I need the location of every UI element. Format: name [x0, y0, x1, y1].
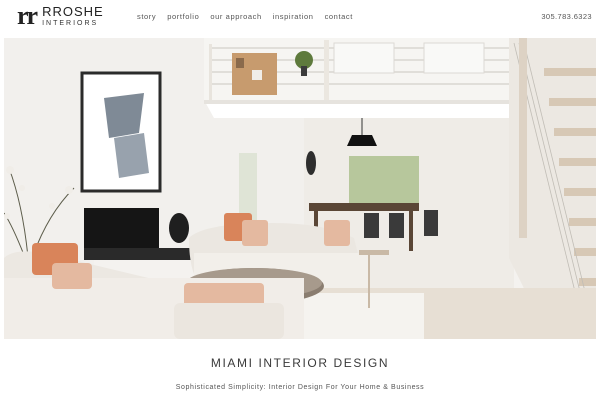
page-title: MIAMI INTERIOR DESIGN: [210, 356, 390, 370]
nav-contact[interactable]: contact: [325, 12, 353, 21]
logo-sub: INTERIORS: [42, 20, 99, 27]
brand-logo[interactable]: rr RROSHE INTERIORS: [17, 1, 104, 30]
hero-image: [4, 38, 596, 339]
main-nav: story portfolio our approach inspiration…: [137, 12, 364, 21]
logo-text: RROSHE INTERIORS: [42, 5, 104, 27]
living-room-illustration: [4, 38, 596, 339]
nav-our-approach[interactable]: our approach: [210, 12, 261, 21]
nav-story[interactable]: story: [137, 12, 156, 21]
logo-mark: rr: [17, 1, 38, 30]
page-subtitle: Sophisticated Simplicity: Interior Desig…: [175, 384, 425, 391]
nav-portfolio[interactable]: portfolio: [167, 12, 199, 21]
nav-inspiration[interactable]: inspiration: [273, 12, 314, 21]
logo-name: RROSHE: [42, 4, 104, 19]
site-header: rr RROSHE INTERIORS story portfolio our …: [0, 0, 600, 34]
hero-caption: MIAMI INTERIOR DESIGN Sophisticated Simp…: [0, 356, 600, 391]
phone-number[interactable]: 305.783.6323: [541, 12, 592, 21]
